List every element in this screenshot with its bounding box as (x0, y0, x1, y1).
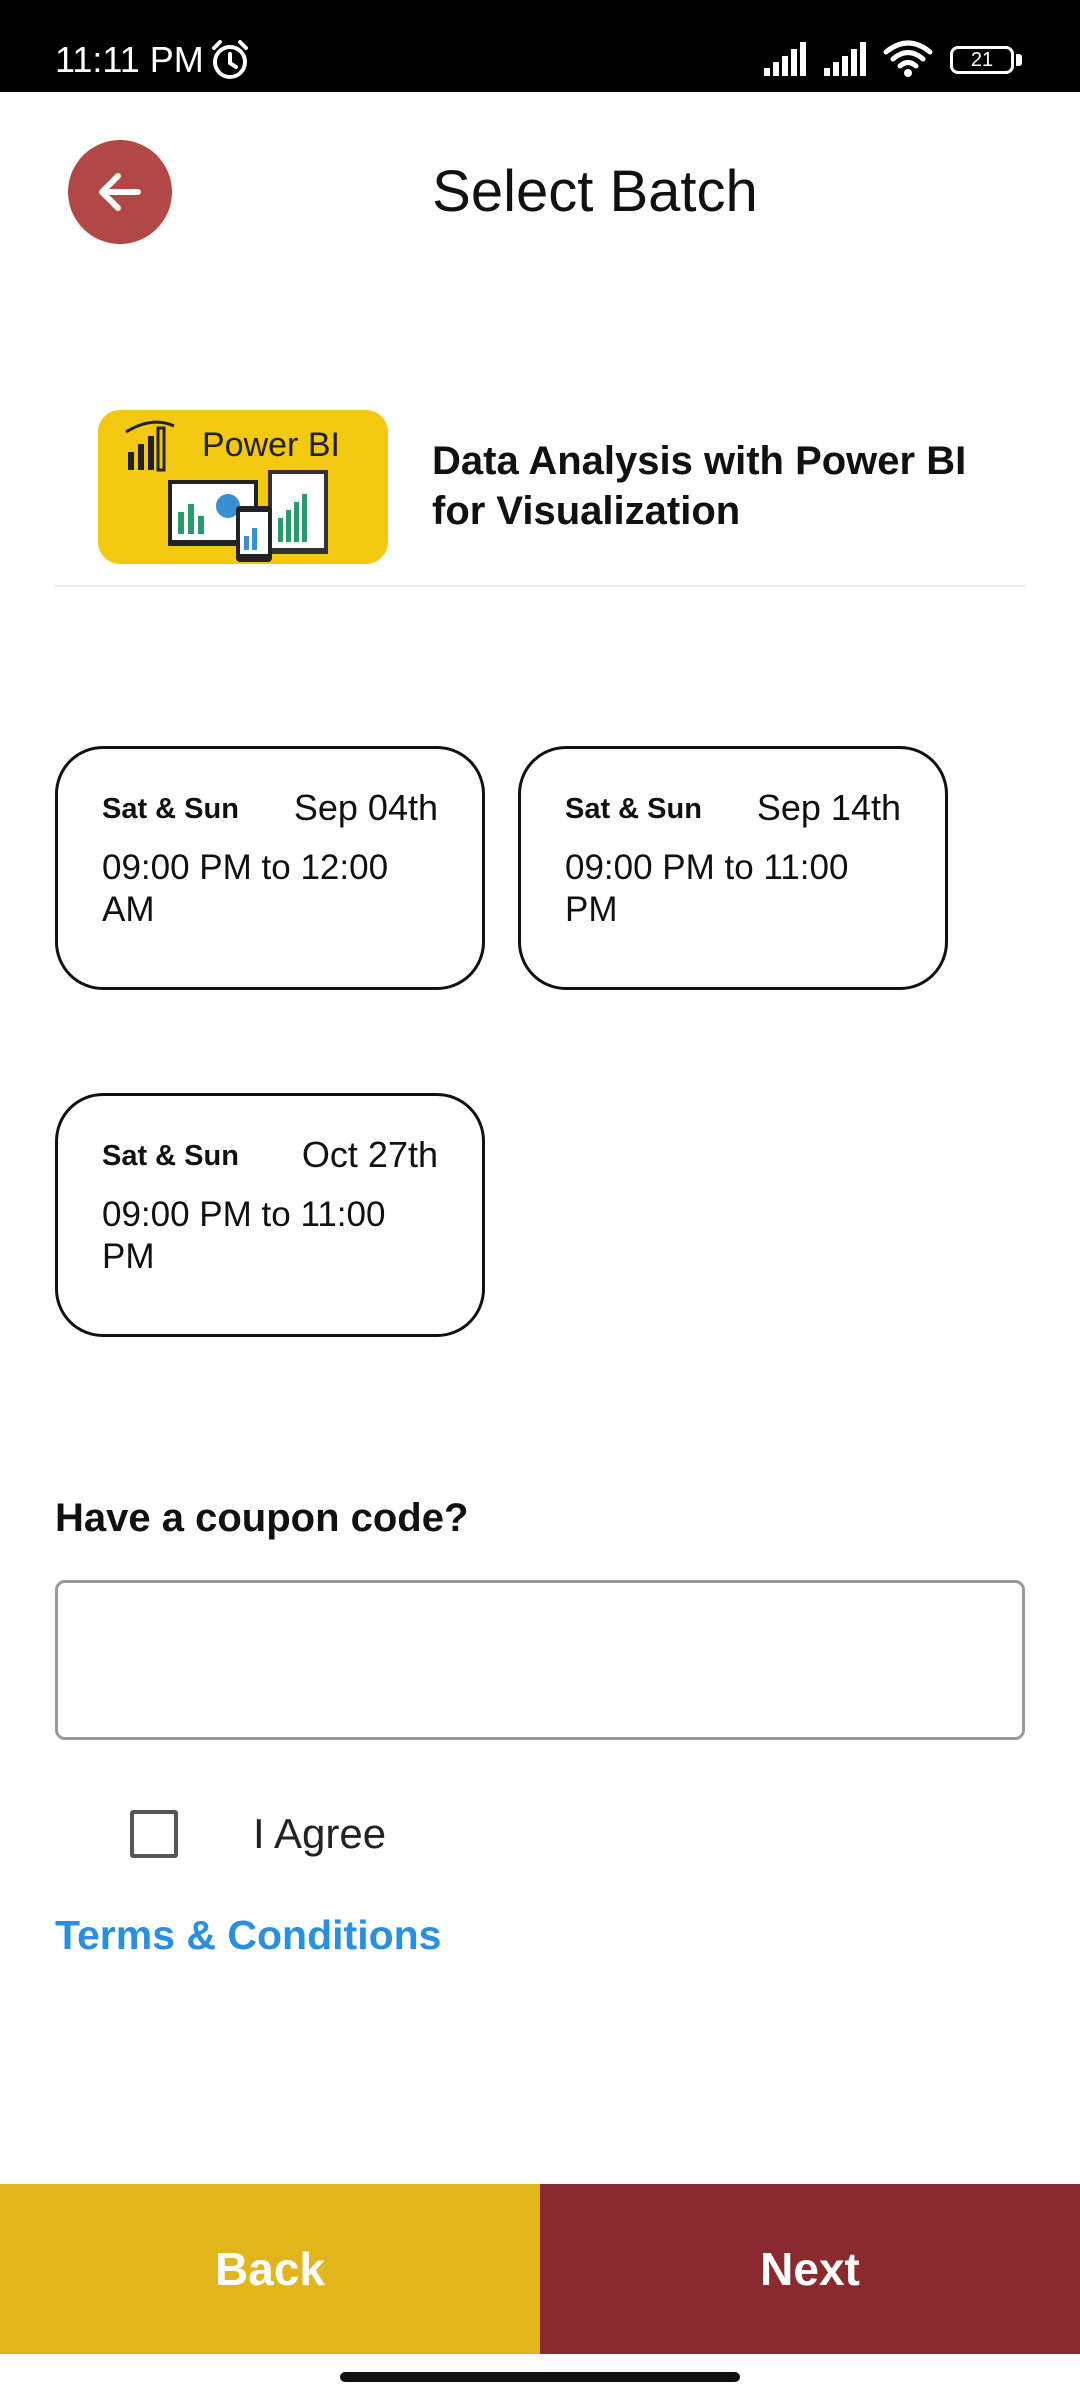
logo-text: Power BI (202, 426, 340, 464)
batch-days: Sat & Sun (102, 793, 239, 825)
batch-date: Sep 14th (756, 787, 901, 828)
batch-date: Sep 04th (293, 787, 438, 828)
divider (55, 585, 1025, 587)
signal-icon (824, 42, 866, 76)
home-indicator[interactable] (340, 2372, 740, 2382)
agree-label: I Agree (253, 1810, 387, 1857)
batch-time: 09:00 PM to 11:00 PM (565, 848, 849, 929)
batch-card[interactable]: Sat & Sun Sep 14th 09:00 PM to 11:00 PM (518, 746, 948, 990)
coupon-input[interactable] (55, 1580, 1025, 1740)
agree-checkbox[interactable] (130, 1810, 178, 1858)
next-button-label: Next (760, 2243, 860, 2295)
coupon-label: Have a coupon code? (55, 1496, 469, 1540)
terms-link[interactable]: Terms & Conditions (55, 1912, 441, 1959)
alarm-icon (212, 40, 248, 79)
batch-days: Sat & Sun (565, 793, 702, 825)
batch-card[interactable]: Sat & Sun Oct 27th 09:00 PM to 11:00 PM (55, 1093, 485, 1337)
batch-date: Oct 27th (301, 1134, 438, 1175)
signal-icon (764, 42, 806, 76)
status-time: 11:11 PM (55, 39, 204, 80)
next-button[interactable]: Next (540, 2184, 1080, 2354)
batch-days: Sat & Sun (102, 1140, 239, 1172)
course-title: Data Analysis with Power BI for Visualiz… (432, 439, 967, 533)
battery-icon: 21 (950, 46, 1014, 74)
batch-time: 09:00 PM to 11:00 PM (102, 1195, 386, 1276)
status-bar: 11:11 PM 21 (0, 0, 1080, 92)
batch-time: 09:00 PM to 12:00 AM (102, 848, 389, 929)
battery-level: 21 (970, 49, 994, 71)
page-title: Select Batch (432, 159, 758, 224)
dashboard-devices-image (168, 470, 328, 562)
battery-tip (1016, 54, 1022, 66)
batch-card[interactable]: Sat & Sun Sep 04th 09:00 PM to 12:00 AM (55, 746, 485, 990)
course-logo: Power BI (98, 410, 388, 564)
wifi-icon (883, 40, 933, 77)
back-button-label: Back (215, 2243, 325, 2295)
back-button[interactable]: Back (0, 2184, 540, 2354)
